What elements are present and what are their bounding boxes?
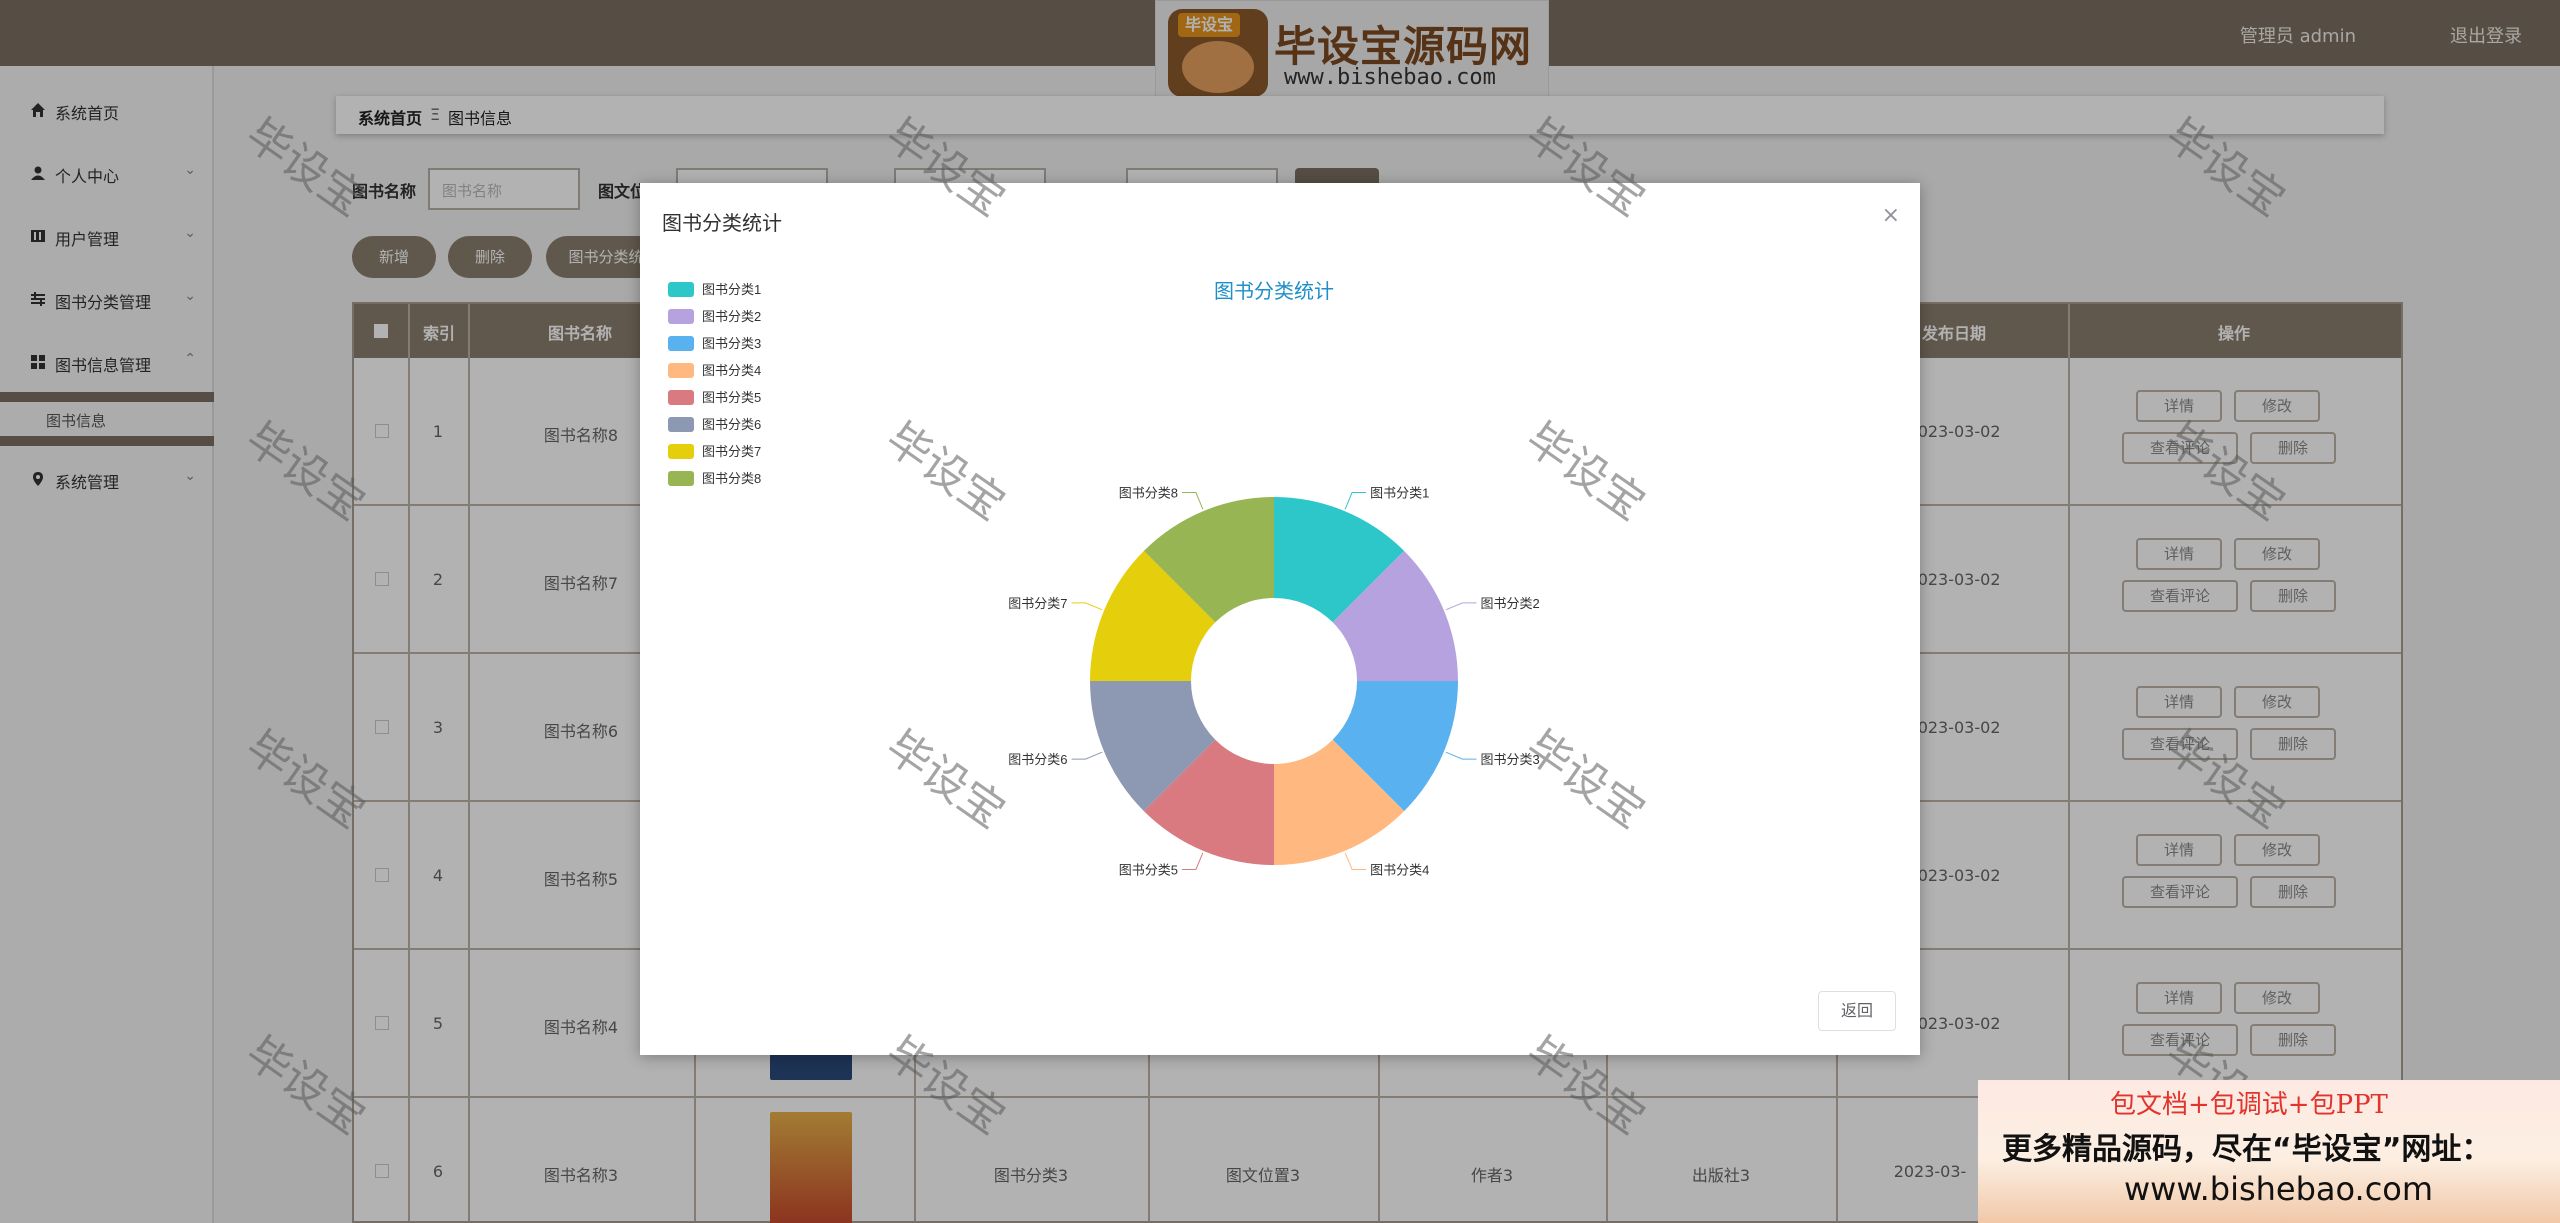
legend-swatch[interactable] xyxy=(668,309,694,324)
legend-swatch[interactable] xyxy=(668,336,694,351)
label-leader-line xyxy=(1181,492,1204,510)
legend-swatch[interactable] xyxy=(668,444,694,459)
label-leader-line xyxy=(1181,852,1204,870)
legend-label: 图书分类6 xyxy=(702,417,761,432)
promo-url: www.bishebao.com xyxy=(2124,1170,2434,1208)
label-leader-line xyxy=(1071,602,1103,611)
legend-label: 图书分类1 xyxy=(702,282,761,297)
label-leader-line xyxy=(1445,602,1477,611)
slice-label: 图书分类7 xyxy=(1008,596,1067,611)
slice-label: 图书分类3 xyxy=(1480,752,1539,767)
category-donut-chart: 图书分类统计 图书分类1图书分类2图书分类3图书分类4图书分类5图书分类6图书分… xyxy=(668,280,1540,877)
label-leader-line xyxy=(1344,852,1367,870)
legend-label: 图书分类4 xyxy=(702,363,761,378)
slice-label: 图书分类8 xyxy=(1119,486,1178,501)
return-button[interactable]: 返回 xyxy=(1818,991,1896,1031)
category-stats-dialog: 图书分类统计 图书分类1 图书分类2 图书分类3 图书分类4 图书分类5 图书分类6 图书分… xyxy=(640,183,1920,1055)
promo-banner[interactable]: 包文档+包调试+包PPT 更多精品源码，尽在“毕设宝”网址： www.bishe… xyxy=(1978,1080,2560,1223)
slice-label: 图书分类2 xyxy=(1480,596,1539,611)
legend-swatch[interactable] xyxy=(668,390,694,405)
legend-label: 图书分类3 xyxy=(702,336,761,351)
slice-label: 图书分类5 xyxy=(1119,862,1178,877)
legend-label: 图书分类7 xyxy=(702,444,761,459)
label-leader-line xyxy=(1071,751,1103,760)
label-leader-line xyxy=(1445,751,1477,760)
legend-swatch[interactable] xyxy=(668,282,694,297)
slice-label: 图书分类1 xyxy=(1370,486,1429,501)
chart-slices xyxy=(1090,497,1458,865)
promo-line-2: 更多精品源码，尽在“毕设宝”网址： xyxy=(2002,1132,2492,1167)
legend-swatch[interactable] xyxy=(668,417,694,432)
legend-label: 图书分类5 xyxy=(702,390,761,405)
slice-label: 图书分类6 xyxy=(1008,752,1067,767)
promo-line-1: 包文档+包调试+包PPT xyxy=(2110,1090,2388,1120)
close-icon[interactable]: × xyxy=(1882,203,1900,228)
legend-swatch[interactable] xyxy=(668,363,694,378)
chart-title: 图书分类统计 xyxy=(1214,280,1334,303)
chart-legend: 图书分类1 图书分类2 图书分类3 图书分类4 图书分类5 图书分类6 图书分类7 图书分类8 xyxy=(668,282,761,486)
label-leader-line xyxy=(1344,492,1367,510)
legend-swatch[interactable] xyxy=(668,471,694,486)
legend-label: 图书分类2 xyxy=(702,309,761,324)
dialog-title: 图书分类统计 xyxy=(662,211,782,235)
slice-label: 图书分类4 xyxy=(1370,862,1429,877)
legend-label: 图书分类8 xyxy=(702,471,761,486)
